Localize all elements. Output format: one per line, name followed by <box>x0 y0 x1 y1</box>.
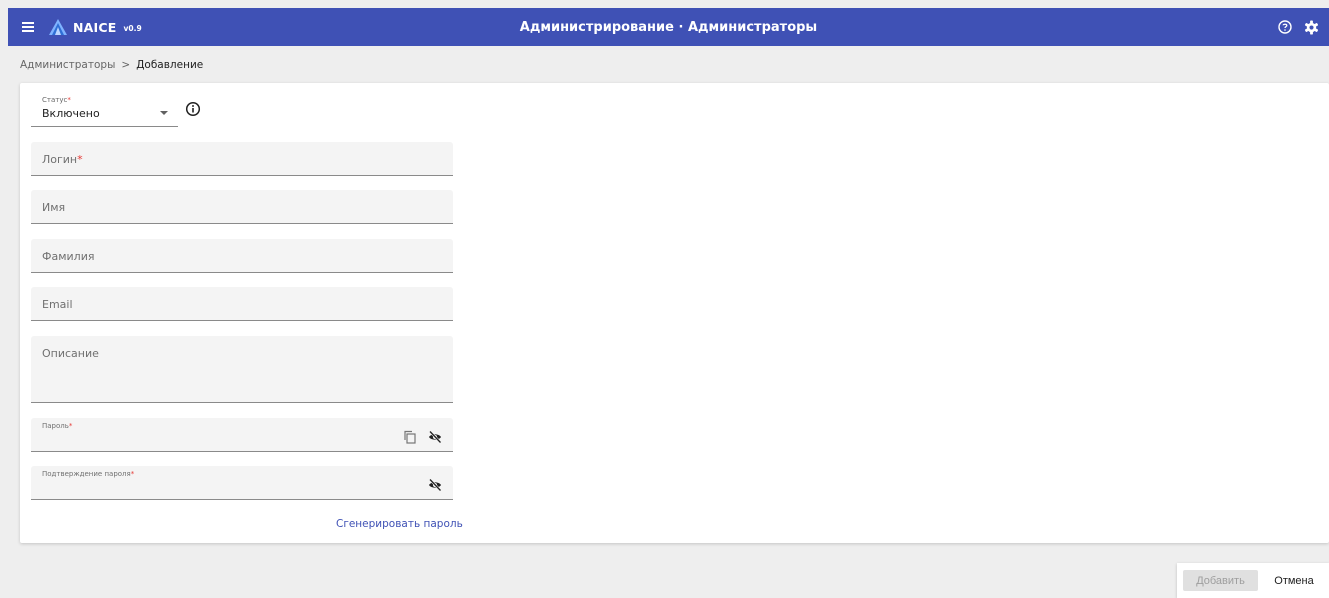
login-field[interactable]: Логин* <box>31 142 453 176</box>
login-label: Логин* <box>42 153 83 166</box>
email-label: Email <box>42 298 73 311</box>
email-field[interactable]: Email <box>31 287 453 321</box>
status-label: Статус* <box>42 96 71 104</box>
cancel-button[interactable]: Отмена <box>1264 570 1324 591</box>
generate-password-link[interactable]: Сгенерировать пароль <box>336 518 463 530</box>
first-name-field[interactable]: Имя <box>31 190 453 224</box>
breadcrumb-parent[interactable]: Администраторы <box>20 59 115 71</box>
form-actions: Добавить Отмена <box>1177 563 1329 598</box>
eye-off-icon[interactable] <box>428 430 442 444</box>
copy-icon[interactable] <box>403 430 417 444</box>
status-select[interactable]: Статус* Включено <box>31 93 178 127</box>
info-icon[interactable] <box>185 101 201 117</box>
eye-off-icon[interactable] <box>428 478 442 492</box>
add-button[interactable]: Добавить <box>1183 570 1258 591</box>
last-name-label: Фамилия <box>42 250 95 263</box>
last-name-field[interactable]: Фамилия <box>31 239 453 273</box>
breadcrumb-separator: > <box>121 59 131 71</box>
chevron-down-icon <box>160 111 168 115</box>
description-label: Описание <box>42 347 99 360</box>
password-confirm-field[interactable]: Подтверждение пароля* <box>31 466 453 500</box>
app-logo[interactable]: NAICE v0.9 <box>48 18 142 36</box>
page-title: Администрирование · Администраторы <box>519 19 818 35</box>
first-name-label: Имя <box>42 201 66 214</box>
gear-icon[interactable] <box>1303 19 1319 35</box>
status-value: Включено <box>42 107 100 120</box>
naice-logo-icon <box>49 19 67 35</box>
password-confirm-label: Подтверждение пароля* <box>42 470 135 478</box>
description-field[interactable]: Описание <box>31 336 453 403</box>
app-version: v0.9 <box>123 23 142 33</box>
help-icon[interactable] <box>1277 19 1293 35</box>
menu-icon[interactable] <box>8 8 48 46</box>
app-name: NAICE <box>73 19 117 35</box>
password-field[interactable]: Пароль* <box>31 418 453 452</box>
password-label: Пароль* <box>42 422 73 430</box>
top-app-bar: NAICE v0.9 Администрирование · Администр… <box>8 8 1329 46</box>
breadcrumb: Администраторы > Добавление <box>20 59 203 71</box>
breadcrumb-current: Добавление <box>136 59 204 71</box>
admin-form-card: Статус* Включено Логин* Имя Фамилия Emai… <box>20 83 1329 543</box>
